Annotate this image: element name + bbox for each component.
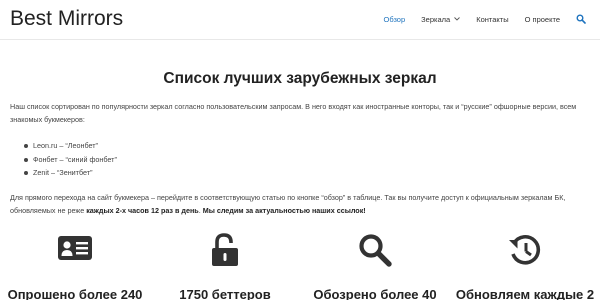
feature-item: Обозрено более 40 bbox=[300, 232, 450, 300]
site-logo[interactable]: Best Mirrors bbox=[10, 7, 123, 31]
bold-update-frequency: каждых 2-х часов 12 раз в день bbox=[86, 206, 199, 215]
main-nav: Обзор Зеркала Контакты О проекте bbox=[367, 14, 586, 24]
magnifier-icon bbox=[359, 234, 392, 267]
bookmaker-list: Leon.ru – “Леонбет” Фонбет – “синий фонб… bbox=[24, 139, 117, 180]
page-title: Список лучших зарубежных зеркал bbox=[163, 70, 437, 87]
search-icon[interactable] bbox=[576, 14, 586, 24]
feature-title: 1750 беттеров bbox=[179, 287, 271, 300]
nav-item-mirrors[interactable]: Зеркала bbox=[421, 14, 461, 24]
feature-item: 1750 беттеров bbox=[150, 232, 300, 300]
list-item: Leon.ru – “Леонбет” bbox=[24, 139, 117, 153]
chevron-down-icon bbox=[454, 16, 461, 23]
list-item: Фонбет – “синий фонбет” bbox=[24, 153, 117, 167]
feature-item: Опрошено более 240 bbox=[0, 232, 150, 300]
nav-item-label: Контакты bbox=[476, 14, 509, 24]
nav-item-overview[interactable]: Обзор bbox=[383, 15, 405, 24]
nav-item-contacts[interactable]: Контакты bbox=[476, 15, 508, 24]
features-row: Опрошено более 240 1750 беттеров Обозрен… bbox=[0, 232, 600, 300]
feature-item: Обновляем каждые 2 bbox=[450, 232, 600, 300]
nav-item-label: Зеркала bbox=[421, 14, 451, 24]
nav-item-label: Обзор bbox=[383, 14, 406, 24]
intro-paragraph: Наш список сортирован по популярности зе… bbox=[10, 102, 577, 124]
feature-title: Опрошено более 240 bbox=[7, 287, 143, 300]
list-item: Zenit – “Зенитбет” bbox=[24, 166, 117, 180]
feature-title: Обозрено более 40 bbox=[313, 287, 437, 300]
feature-title: Обновляем каждые 2 bbox=[455, 287, 595, 300]
bold-links-note: Мы следим за актуальностью наших ссылок! bbox=[202, 206, 366, 215]
nav-item-about[interactable]: О проекте bbox=[525, 15, 560, 24]
instructions-paragraph: Для прямого перехода на сайт букмекера –… bbox=[10, 191, 590, 217]
history-icon bbox=[509, 235, 541, 265]
id-card-icon bbox=[58, 236, 92, 260]
nav-item-label: О проекте bbox=[524, 14, 560, 24]
unlock-icon bbox=[212, 233, 238, 266]
site-header: Best Mirrors Обзор Зеркала Контакты О пр… bbox=[0, 0, 600, 40]
